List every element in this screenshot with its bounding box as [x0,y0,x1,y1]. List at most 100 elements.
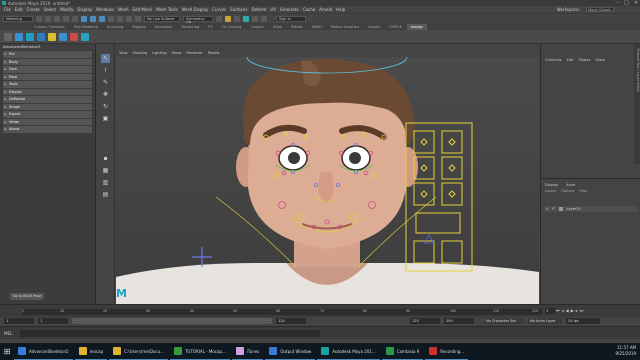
symmetry-dropdown[interactable]: Symmetry: Off [183,15,213,25]
move-tool-icon[interactable]: ✥ [101,90,110,99]
layout-split-icon[interactable]: ▥ [101,178,110,187]
vp-menu-view[interactable]: View [119,51,128,55]
play-back-icon[interactable]: ◀ [566,308,569,313]
cb-tab-object[interactable]: Object [579,58,591,62]
go-end-icon[interactable]: ⏭ [580,308,584,313]
redo-icon[interactable] [72,15,78,22]
step-forward-icon[interactable]: ▸ [576,308,578,313]
current-frame-field[interactable]: 1 [545,308,555,314]
menu-mesh-tools[interactable]: Mesh Tools [156,7,178,12]
shelf-settings-icon[interactable] [4,32,12,41]
sign-in-field[interactable]: Sign in [276,15,306,22]
workspace-dropdown[interactable]: Maya Classic [586,7,614,12]
mel-label[interactable]: MEL [4,331,12,336]
menu-modify[interactable]: Modify [60,7,73,12]
ipr-icon[interactable] [234,15,240,22]
menu-create[interactable]: Create [26,7,39,12]
section-pose[interactable]: Pose [3,73,92,80]
select-hierarchy-icon[interactable] [81,15,87,22]
taskbar-item[interactable]: TUTORIAL - Mocap... [169,343,230,360]
start-time-field[interactable]: 1 [4,318,34,324]
menu-windows[interactable]: Windows [96,7,114,12]
scale-tool-icon[interactable]: ▣ [101,114,110,123]
section-body[interactable]: Body [3,58,92,65]
select-object-icon[interactable] [90,15,96,22]
step-back-icon[interactable]: ◂ [562,308,564,313]
new-scene-icon[interactable] [36,15,42,22]
menu-file[interactable]: File [4,7,11,12]
lasso-tool-icon[interactable]: ⌇ [101,66,110,75]
vp-menu-lighting[interactable]: Lighting [152,51,167,55]
section-tools[interactable]: Tools [3,81,92,88]
layer-visibility[interactable]: V [546,207,548,211]
menu-curves[interactable]: Curves [212,7,226,12]
menu-surfaces[interactable]: Surfaces [230,7,247,12]
render-settings-icon[interactable] [243,15,249,22]
layer-playback[interactable]: P [552,207,554,211]
rotate-tool-icon[interactable]: ↻ [101,102,110,111]
section-pre[interactable]: Pre [3,51,92,58]
menu-mesh-display[interactable]: Mesh Display [182,7,209,12]
playback-end-field[interactable]: 120 [276,318,306,324]
live-surface-dropdown[interactable]: No Live Surface [144,15,180,22]
layout-outliner-icon[interactable]: ▤ [101,190,110,199]
open-scene-icon[interactable] [45,15,51,22]
taskbar-item[interactable]: Output Window [265,343,316,360]
history-icon[interactable] [216,15,222,22]
vp-menu-panels[interactable]: Panels [208,51,220,55]
save-scene-icon[interactable] [54,15,60,22]
vp-menu-shading[interactable]: Shading [133,51,148,55]
vp-menu-renderer[interactable]: Renderer [186,51,202,55]
shelf-mocap-icon[interactable] [26,32,34,41]
menu-edit[interactable]: Edit [15,7,23,12]
mode-dropdown[interactable]: Modeling [3,15,33,22]
select-tool-icon[interactable]: ↖ [101,54,110,63]
fps-dropdown[interactable]: 24 fps [566,318,600,324]
render-icon[interactable] [225,15,231,22]
snap-point-icon[interactable] [126,15,132,22]
section-face[interactable]: Face [3,66,92,73]
undo-icon[interactable] [63,15,69,22]
hypershade-icon[interactable] [252,15,258,22]
menu-help[interactable]: Help [336,7,345,12]
cb-tab-edit[interactable]: Edit [567,58,574,62]
time-slider-track[interactable]: 1 10 20 30 40 50 60 70 80 90 100 110 120 [22,309,542,315]
range-bar[interactable] [72,318,272,324]
playback-start-field[interactable]: 1 [38,318,68,324]
toggle-panel-icon[interactable] [261,15,267,22]
taskbar-item[interactable]: AdvancedSkeleton5 [14,343,73,360]
shelf-play-icon[interactable] [37,32,45,41]
shelf-retarget-icon[interactable] [81,32,89,41]
vp-menu-show[interactable]: Show [172,51,182,55]
taskbar-item[interactable]: Camtasia 9 [381,343,424,360]
section-about[interactable]: About [3,126,92,133]
snap-view-icon[interactable] [135,15,141,22]
3d-viewport[interactable]: M [116,57,539,304]
menu-edit-mesh[interactable]: Edit Mesh [133,7,153,12]
cb-tab-channels[interactable]: Channels [545,58,562,62]
side-tabs[interactable]: Channel Box / Layer Editor [634,44,640,164]
shelf-script-icon[interactable] [15,32,23,41]
taskbar-item[interactable]: mocap [74,343,108,360]
layer-menu-help[interactable]: Help [579,189,587,193]
play-forward-icon[interactable]: ▶ [571,308,574,313]
section-views[interactable]: Views [3,118,92,125]
section-export[interactable]: Export [3,111,92,118]
taskbar-item[interactable]: Autodesk Maya 201... [317,343,380,360]
menu-cache[interactable]: Cache [303,7,315,12]
taskbar-item[interactable]: C:\Users\me\Docu... [109,343,168,360]
snap-curve-icon[interactable] [117,15,123,22]
shelf-record-icon[interactable] [70,32,78,41]
layer-menu-layers[interactable]: Layers [545,189,556,193]
menu-uv[interactable]: UV [270,7,276,12]
layer-tab-display[interactable]: Display [545,183,558,187]
time-slider[interactable]: 1 10 20 30 40 50 60 70 80 90 100 110 120… [0,304,640,317]
range-end-field[interactable]: 120 [410,318,440,324]
menu-display[interactable]: Display [77,7,92,12]
layer-color-swatch[interactable] [558,207,563,211]
layer-tab-anim[interactable]: Anim [566,183,575,187]
menu-mesh[interactable]: Mesh [118,7,129,12]
paint-select-icon[interactable]: ✎ [101,78,110,87]
section-shape[interactable]: Shape [3,103,92,110]
section-display[interactable]: Display [3,88,92,95]
